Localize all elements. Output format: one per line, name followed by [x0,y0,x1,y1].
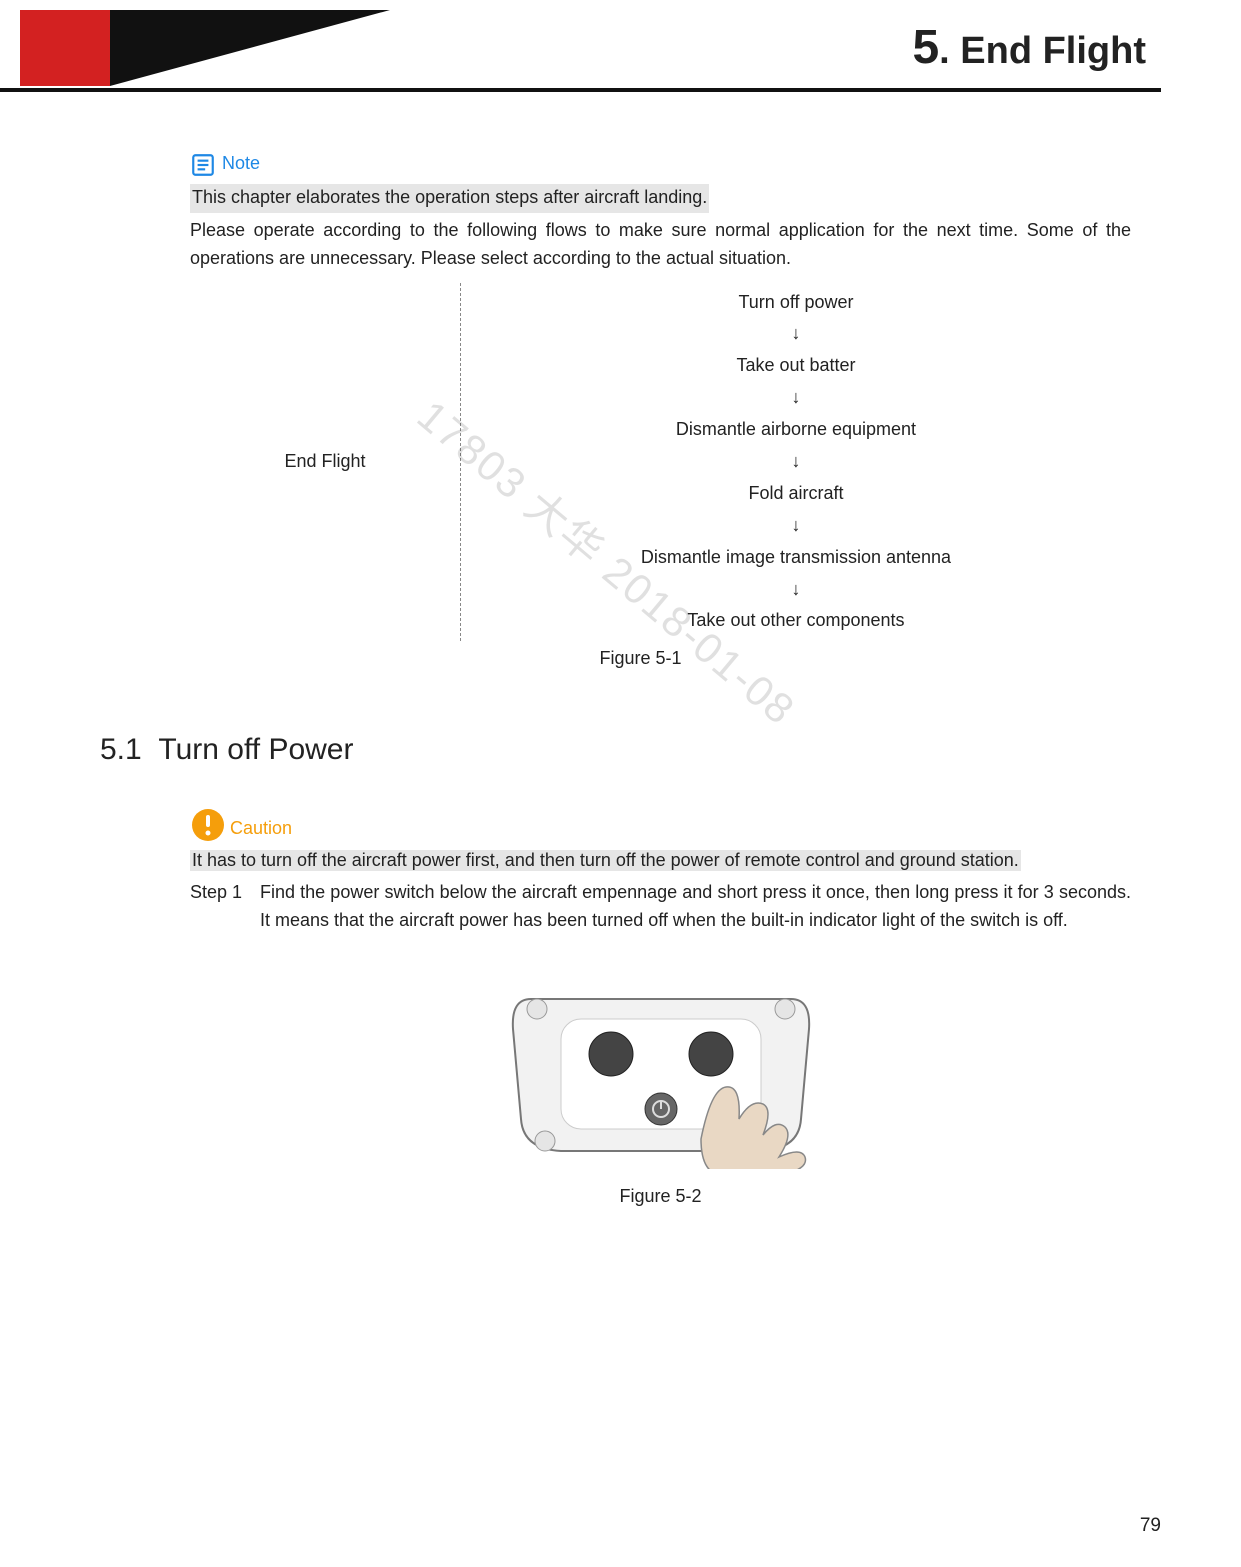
main-content: Note This chapter elaborates the operati… [190,150,1131,673]
step-1-text: Find the power switch below the aircraft… [260,879,1131,935]
section-number: 5.1 [100,733,142,766]
flow-arrow: ↓ [461,574,1131,606]
note-row: Note [190,150,1131,178]
flow-arrow: ↓ [461,446,1131,478]
flow-arrow: ↓ [461,382,1131,414]
document-page: 5. End Flight 17803 大华 2018-01-08 Note T… [0,0,1241,1567]
figure-5-1-caption: Figure 5-1 [150,645,1131,673]
section-body: Caution It has to turn off the aircraft … [190,807,1131,1211]
caution-highlight-text: It has to turn off the aircraft power fi… [190,850,1021,871]
note-highlight-text: This chapter elaborates the operation st… [190,184,709,213]
step-1-label: Step 1 [190,879,260,935]
caution-label: Caution [230,815,292,843]
note-label: Note [222,150,260,178]
chapter-dot: . [939,30,960,72]
section-heading: 5.1 Turn off Power [100,733,1161,767]
flow-step: Turn off power [461,287,1131,319]
note-highlight: This chapter elaborates the operation st… [190,184,1131,213]
flow-step: Dismantle image transmission antenna [461,542,1131,574]
chapter-number: 5 [912,21,939,74]
flow-step: Take out other components [461,605,1131,637]
note-icon [190,152,216,178]
flow-step: Fold aircraft [461,478,1131,510]
flow-step: Dismantle airborne equipment [461,414,1131,446]
page-number: 79 [1140,1515,1161,1537]
chapter-header: 5. End Flight [80,10,1161,90]
chapter-name: End Flight [960,30,1146,72]
chapter-title: 5. End Flight [912,20,1146,75]
flow-steps: Turn off power ↓ Take out batter ↓ Disma… [460,283,1131,642]
header-red-block [20,10,110,86]
flow-arrow: ↓ [461,318,1131,350]
caution-highlight: It has to turn off the aircraft power fi… [190,847,1131,875]
header-rule [0,88,1161,92]
flow-diagram: End Flight Turn off power ↓ Take out bat… [190,283,1131,642]
section-title: Turn off Power [158,733,353,766]
device-illustration [501,959,821,1169]
header-triangle [110,10,390,86]
flow-left-label: End Flight [190,283,460,642]
flow-step: Take out batter [461,350,1131,382]
note-body: Please operate according to the followin… [190,217,1131,273]
caution-row: Caution [190,807,1131,843]
step-1: Step 1 Find the power switch below the a… [190,879,1131,935]
caution-icon [190,807,226,843]
figure-5-2 [190,959,1131,1169]
flow-arrow: ↓ [461,510,1131,542]
figure-5-2-caption: Figure 5-2 [190,1183,1131,1211]
